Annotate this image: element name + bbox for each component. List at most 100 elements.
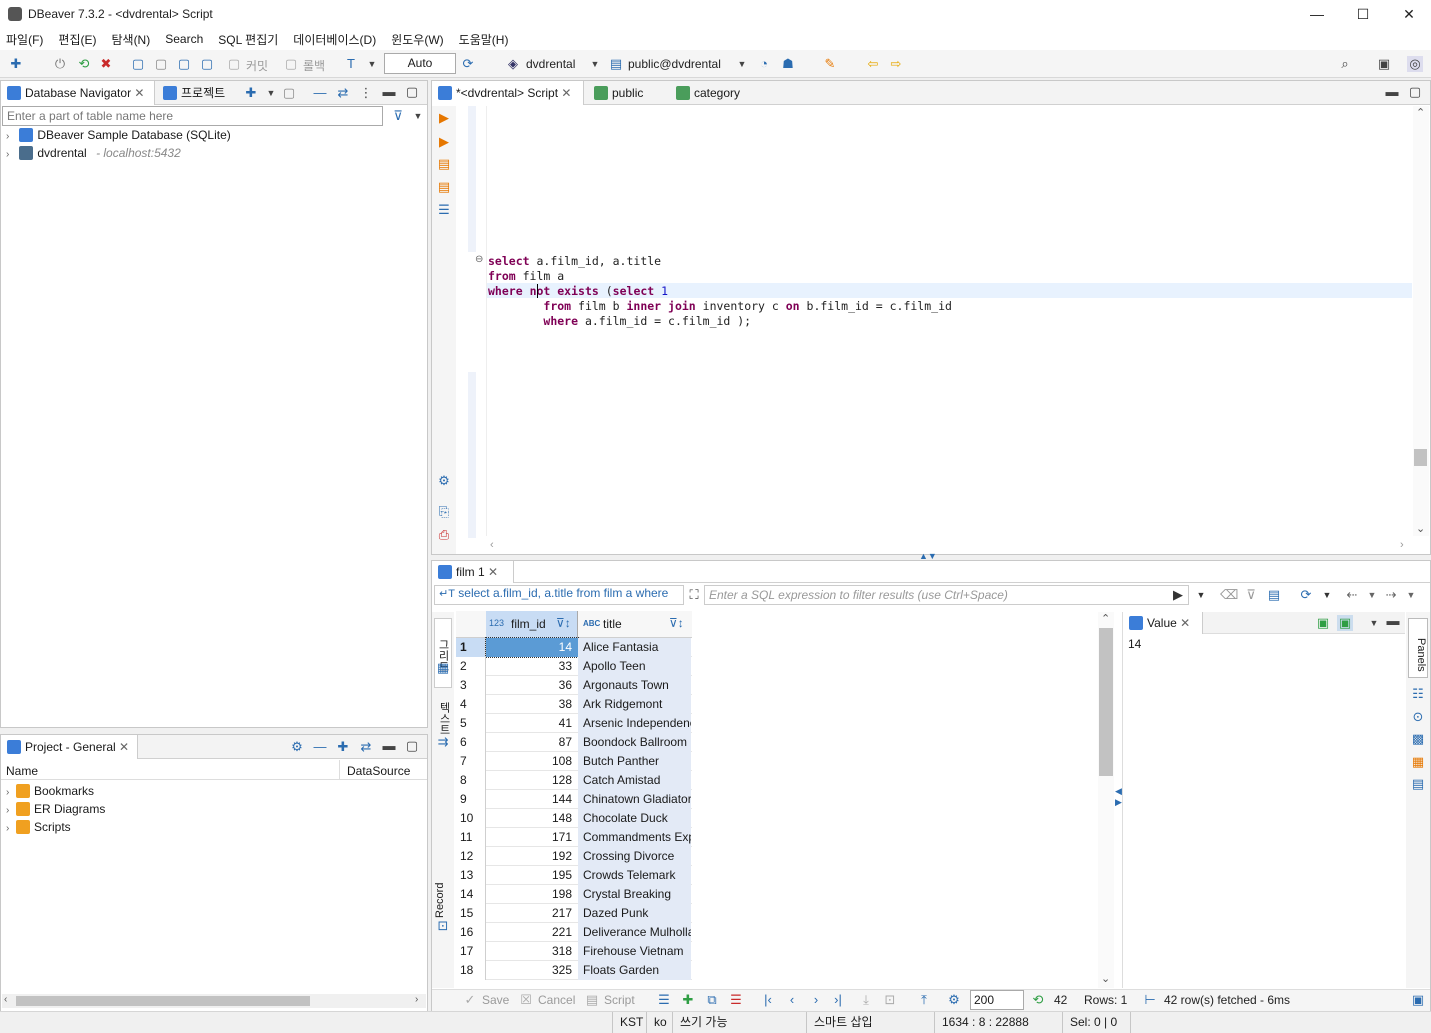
panel-grouping-icon[interactable]: ▩ (1410, 731, 1426, 747)
cell-film-id[interactable]: 41 (486, 714, 578, 733)
menu-window[interactable]: 윈도우(W) (391, 31, 443, 48)
close-icon[interactable]: ✕ (561, 86, 571, 100)
column-header-film-id[interactable]: 123 film_id ⊽↕ (486, 611, 578, 638)
filter-settings-icon[interactable]: ⊽ (1243, 587, 1259, 603)
scroll-left-icon[interactable]: ‹ (4, 994, 7, 1005)
chevron-right-icon[interactable]: › (6, 131, 16, 142)
cell-film-id[interactable]: 171 (486, 828, 578, 847)
tab-projects[interactable]: 프로젝트 (157, 81, 231, 105)
cell-title[interactable]: Crowds Telemark (578, 866, 691, 885)
transaction-mode-icon[interactable]: T (343, 56, 359, 72)
row-number[interactable]: 15 (456, 904, 486, 923)
add-row-icon[interactable]: ✚ (680, 992, 696, 1008)
minimize-icon[interactable]: ▬ (381, 84, 397, 100)
execute-script-icon[interactable]: ▤ (436, 156, 452, 172)
cell-film-id[interactable]: 198 (486, 885, 578, 904)
search-icon[interactable]: ⌕ (1337, 56, 1353, 72)
cell-film-id[interactable]: 192 (486, 847, 578, 866)
expand-filter-icon[interactable]: ⛶ (686, 587, 702, 603)
panel-references-icon[interactable]: ▤ (1410, 776, 1426, 792)
cell-film-id[interactable]: 325 (486, 961, 578, 980)
cancel-button[interactable]: Cancel (538, 993, 575, 1007)
maximize-icon[interactable]: ▢ (1407, 84, 1423, 100)
cell-title[interactable]: Chinatown Gladiator (578, 790, 691, 809)
open-sql-script-icon[interactable]: ▢ (153, 56, 169, 72)
save-value-icon[interactable]: ▣ (1315, 615, 1331, 631)
export-icon[interactable]: ⎘ (436, 504, 452, 520)
table-row[interactable]: 15 217 Dazed Punk (456, 904, 692, 923)
save-filter-icon[interactable]: ▤ (1266, 587, 1282, 603)
tab-database-navigator[interactable]: Database Navigator ✕ (1, 81, 155, 105)
row-number[interactable]: 17 (456, 942, 486, 961)
maximize-icon[interactable]: ▢ (404, 84, 420, 100)
cell-title[interactable]: Chocolate Duck (578, 809, 691, 828)
row-number[interactable]: 9 (456, 790, 486, 809)
scrollbar-thumb[interactable] (16, 996, 310, 1006)
table-row[interactable]: 17 318 Firehouse Vietnam (456, 942, 692, 961)
schema-dropdown-icon[interactable]: ▼ (734, 56, 750, 72)
tools-icon[interactable]: ✎ (822, 56, 838, 72)
cell-title[interactable]: Floats Garden (578, 961, 691, 980)
scroll-down-icon[interactable]: ⌄ (1101, 972, 1110, 985)
execute-script-new-tabs-icon[interactable]: ▤ (436, 179, 452, 195)
load-script-icon[interactable]: ⎙ (436, 527, 452, 543)
editor-vertical-scrollbar[interactable]: ⌃ ⌄ (1413, 106, 1429, 536)
cell-film-id[interactable]: 108 (486, 752, 578, 771)
cell-title[interactable]: Commandments Express (578, 828, 691, 847)
cell-film-id[interactable]: 38 (486, 695, 578, 714)
cell-title[interactable]: Arsenic Independence (578, 714, 691, 733)
close-icon[interactable]: ✕ (119, 740, 129, 754)
cell-film-id[interactable]: 195 (486, 866, 578, 885)
recent-sql-icon[interactable]: ▢ (199, 56, 215, 72)
save-button[interactable]: Save (482, 993, 509, 1007)
sql-line[interactable]: select a.film_id, a.title (488, 254, 661, 268)
refresh-icon[interactable]: ⟲ (1030, 992, 1046, 1008)
table-row[interactable]: 11171Commandments Express (456, 828, 692, 847)
tab-panels[interactable]: Panels (1408, 618, 1428, 678)
row-number[interactable]: 18 (456, 961, 486, 980)
add-icon[interactable]: ✚ (335, 739, 351, 755)
chevron-down-icon[interactable]: ▼ (1403, 587, 1419, 603)
previous-row-icon[interactable]: ‹ (784, 992, 800, 1008)
row-number[interactable]: 7 (456, 752, 486, 771)
filter-dropdown-icon[interactable]: ▼ (410, 108, 426, 124)
row-number[interactable]: 3 (456, 676, 486, 695)
chevron-down-icon[interactable]: ▼ (1364, 587, 1380, 603)
minimize-icon[interactable]: ▬ (1384, 84, 1400, 100)
cell-title[interactable]: Apollo Teen (578, 657, 691, 676)
table-row[interactable]: 7 108 Butch Panther (456, 752, 692, 771)
panel-calendar-icon[interactable]: ▦ (1410, 754, 1426, 770)
cell-film-id[interactable]: 128 (486, 771, 578, 790)
fold-icon[interactable]: ⊖ (475, 254, 483, 265)
copy-row-icon[interactable]: ⧉ (704, 992, 720, 1008)
menu-sql-editor[interactable]: SQL 편집기 (218, 31, 278, 48)
reconnect-icon[interactable]: ⟲ (76, 56, 92, 72)
forward-icon[interactable]: ⇢ (1383, 587, 1399, 603)
cell-film-id[interactable]: 144 (486, 790, 578, 809)
transaction-mode-select[interactable]: Auto (384, 53, 456, 74)
tree-item-bookmarks[interactable]: › Bookmarks (6, 784, 94, 798)
tab-grid[interactable]: 그리드 (434, 618, 452, 688)
dbeaver-perspective-icon[interactable]: ◎ (1407, 56, 1423, 72)
row-number[interactable]: 4 (456, 695, 486, 714)
tree-item-dvdrental[interactable]: › dvdrental - localhost:5432 (6, 146, 181, 160)
table-row[interactable]: 3 36 Argonauts Town (456, 676, 692, 695)
close-icon[interactable]: ✕ (488, 565, 498, 579)
commit-icon[interactable]: ▢ (226, 56, 242, 72)
new-folder-icon[interactable]: ▢ (281, 85, 297, 101)
collapse-all-icon[interactable]: ― (312, 85, 328, 101)
table-row[interactable]: 2 33 Apollo Teen (456, 657, 692, 676)
scrollbar-thumb[interactable] (1414, 449, 1427, 466)
menu-database[interactable]: 데이터베이스(D) (293, 31, 376, 48)
new-connection-icon[interactable]: ✚ (8, 56, 24, 72)
link-with-editor-icon[interactable]: ⇄ (358, 739, 374, 755)
cell-title[interactable]: Crystal Breaking (578, 885, 691, 904)
sql-line[interactable]: from film b inner join inventory c on b.… (488, 299, 952, 313)
disconnect-icon[interactable]: ✖ (98, 56, 114, 72)
auto-apply-icon[interactable]: ▣ (1337, 615, 1353, 631)
chevron-down-icon[interactable]: ▼ (1319, 587, 1335, 603)
history-icon[interactable]: ⟳ (460, 56, 476, 72)
cell-film-id[interactable]: 217 (486, 904, 578, 923)
filter-icon[interactable]: ⊽ (390, 108, 406, 124)
cell-title[interactable]: Catch Amistad (578, 771, 691, 790)
